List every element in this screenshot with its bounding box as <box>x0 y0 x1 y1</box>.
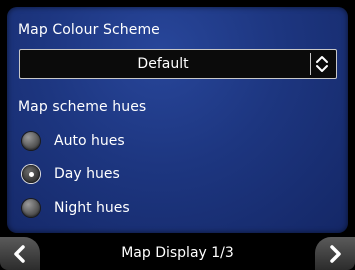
bottom-bar: Map Display 1/3 <box>0 237 355 270</box>
radio-button-icon[interactable] <box>22 199 40 217</box>
radio-label: Day hues <box>54 166 120 182</box>
map-display-screen: Map Colour Scheme Default Map scheme hue… <box>0 0 355 270</box>
map-colour-scheme-select[interactable]: Default <box>19 49 337 79</box>
radio-button-icon[interactable] <box>22 132 40 150</box>
radio-label: Night hues <box>54 200 130 216</box>
chevron-left-icon <box>14 244 25 263</box>
map-colour-scheme-label: Map Colour Scheme <box>18 22 160 38</box>
radio-button-selected-icon[interactable] <box>22 165 40 183</box>
chevron-right-icon <box>330 244 341 263</box>
previous-page-button[interactable] <box>0 237 40 270</box>
next-page-button[interactable] <box>315 237 355 270</box>
radio-day-hues[interactable]: Day hues <box>22 162 120 186</box>
radio-label: Auto hues <box>54 133 125 149</box>
map-scheme-hues-label: Map scheme hues <box>18 99 147 115</box>
chevron-up-down-icon[interactable] <box>310 53 333 75</box>
map-colour-scheme-value: Default <box>137 56 189 72</box>
radio-dot-icon <box>28 171 34 177</box>
radio-night-hues[interactable]: Night hues <box>22 196 130 220</box>
page-title: Map Display 1/3 <box>121 245 234 261</box>
radio-auto-hues[interactable]: Auto hues <box>22 129 125 153</box>
